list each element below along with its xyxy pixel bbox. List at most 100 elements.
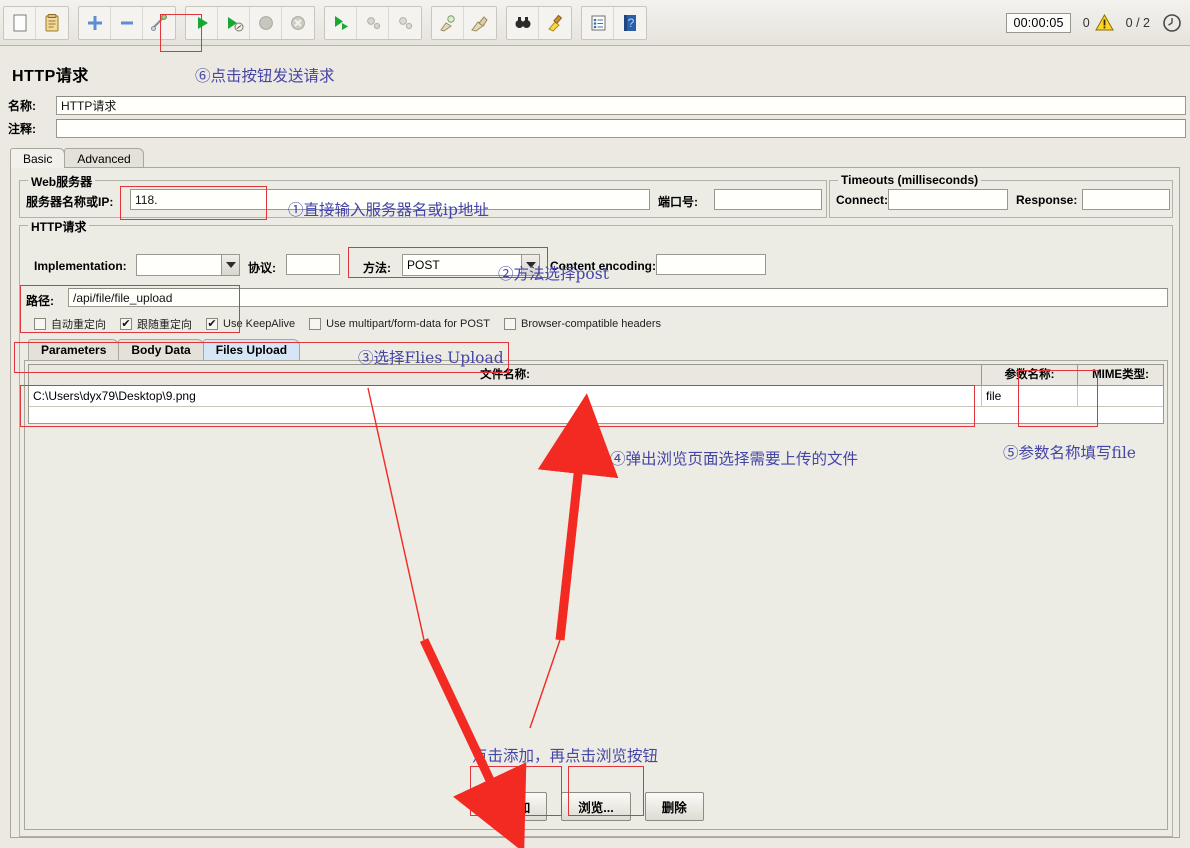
method-label: 方法: [363,261,391,275]
toolbar-group-run [185,5,315,40]
request-options-row: 自动重定向 ✔ 跟随重定向 ✔ Use KeepAlive Use multip… [34,316,675,332]
jmeter-window: ? 00:00:05 0 0 / 2 HTTP请求 名称: HTTP请求 注释:… [0,0,1190,848]
timeouts-group: Timeouts (milliseconds) Connect: Respons… [829,173,1173,218]
column-header-filename[interactable]: 文件名称: [29,364,982,386]
implementation-select[interactable] [136,254,240,276]
checkbox-label: 自动重定向 [51,319,106,331]
page-title: HTTP请求 [12,68,89,85]
start-icon[interactable] [186,6,218,39]
tab-body-data[interactable]: Body Data [118,339,204,360]
protocol-label: 协议: [248,261,276,275]
annotation-bottom: 点击添加，再点击浏览按钮 [472,747,659,765]
checkbox-box[interactable] [503,318,516,330]
tab-parameters[interactable]: Parameters [28,339,120,360]
clear-all-icon[interactable] [464,7,496,39]
web-server-legend: Web服务器 [28,173,96,190]
checkbox-use-keepalive[interactable]: ✔ Use KeepAlive [206,318,295,330]
checkbox-browser-compatible-headers[interactable]: Browser-compatible headers [503,318,661,330]
elapsed-timer: 00:00:05 [1006,12,1071,33]
annotation-2: ②方法选择post [498,265,609,283]
http-request-legend: HTTP请求 [28,218,90,235]
checkbox-label: 跟随重定向 [137,319,192,331]
name-row: 名称: [8,94,1186,116]
tab-advanced[interactable]: Advanced [64,148,144,168]
column-header-mimetype[interactable]: MIME类型: [1078,365,1163,386]
open-icon[interactable] [79,6,111,39]
delete-button[interactable]: 删除 [644,792,704,821]
toolbar-group-file [3,5,69,40]
checkbox-label: Use multipart/form-data for POST [326,318,490,330]
timeouts-legend: Timeouts (milliseconds) [838,173,982,187]
toolbar-group-help: ? [581,5,647,40]
shutdown-remote-icon[interactable] [389,7,421,39]
comment-row: 注释: [8,117,1186,139]
cell-filename[interactable]: C:\Users\dyx79\Desktop\9.png [29,385,982,407]
file-table-actions: 添加 浏览... 删除 [25,792,1167,821]
chevron-down-icon[interactable] [221,255,239,275]
browse-button[interactable]: 浏览... [561,792,631,821]
clock-icon [1163,13,1181,32]
checkbox-box[interactable] [309,318,322,330]
stop-icon[interactable] [250,6,282,39]
start-no-pauses-icon[interactable] [218,6,250,39]
port-input[interactable] [714,189,822,210]
add-button[interactable]: 添加 [488,792,548,821]
checkbox-auto-redirect[interactable]: 自动重定向 [34,316,106,332]
column-header-paramname[interactable]: 参数名称: [982,364,1078,386]
checkbox-label: Browser-compatible headers [520,318,661,330]
reset-search-icon[interactable] [539,7,571,39]
new-icon[interactable] [4,6,36,39]
port-label: 端口号: [658,195,698,209]
shutdown-icon[interactable] [282,7,314,39]
checkbox-follow-redirect[interactable]: ✔ 跟随重定向 [120,316,192,332]
main-toolbar: ? 00:00:05 0 0 / 2 [0,0,1190,46]
warning-indicator[interactable]: 0 [1083,14,1114,31]
file-upload-table[interactable]: 文件名称: 参数名称: MIME类型: C:\Users\dyx79\Deskt… [28,364,1164,424]
toolbar-group-remote [324,5,422,40]
cut-icon[interactable] [143,7,175,39]
annotation-6: ⑥点击按钮发送请求 [195,67,335,85]
active-threads-count: 0 / 2 [1125,15,1150,30]
cell-mimetype[interactable] [1078,386,1163,407]
response-input[interactable] [1082,189,1170,210]
warning-count: 0 [1082,15,1090,30]
response-label: Response: [1016,193,1078,207]
protocol-input[interactable] [286,254,340,275]
implementation-label: Implementation: [34,259,127,273]
table-row[interactable]: C:\Users\dyx79\Desktop\9.png file [29,385,1163,407]
templates-icon[interactable] [36,7,68,39]
annotation-1: ①直接输入服务器名或ip地址 [288,201,489,219]
annotation-3: ③选择Flies Upload [358,349,504,367]
start-remote-icon[interactable] [325,6,357,39]
checkbox-box[interactable]: ✔ [120,318,132,330]
tab-basic[interactable]: Basic [10,148,66,168]
cell-paramname[interactable]: file [982,385,1078,407]
help-icon[interactable]: ? [614,7,646,39]
connect-input[interactable] [888,189,1008,210]
content-encoding-input[interactable] [656,254,766,275]
checkbox-box[interactable] [34,318,46,330]
comment-label: 注释: [8,121,36,136]
path-label: 路径: [26,294,54,308]
checkbox-use-multipart[interactable]: Use multipart/form-data for POST [309,318,490,330]
comment-input[interactable] [56,118,1186,138]
path-input[interactable] [68,288,1168,307]
checkbox-box[interactable]: ✔ [206,318,218,330]
main-tabbar: Basic Advanced [10,147,144,168]
toolbar-group-clear [431,5,497,40]
save-icon[interactable] [111,6,143,39]
name-label: 名称: [8,98,36,113]
clear-icon[interactable] [432,6,464,39]
table-header-row: 文件名称: 参数名称: MIME类型: [29,364,1163,386]
table-empty-area [29,407,1163,423]
stop-remote-icon[interactable] [357,6,389,39]
search-icon[interactable] [507,6,539,39]
name-input[interactable] [56,95,1186,115]
host-label: 服务器名称或IP: [26,195,114,209]
toolbar-group-search [506,5,572,40]
connect-label: Connect: [836,193,888,207]
toolbar-status-area: 00:00:05 0 0 / 2 [1006,12,1190,33]
tab-files-upload[interactable]: Files Upload [202,339,301,360]
function-helper-icon[interactable] [582,6,614,39]
annotation-5: ⑤参数名称填写file [1003,444,1136,462]
